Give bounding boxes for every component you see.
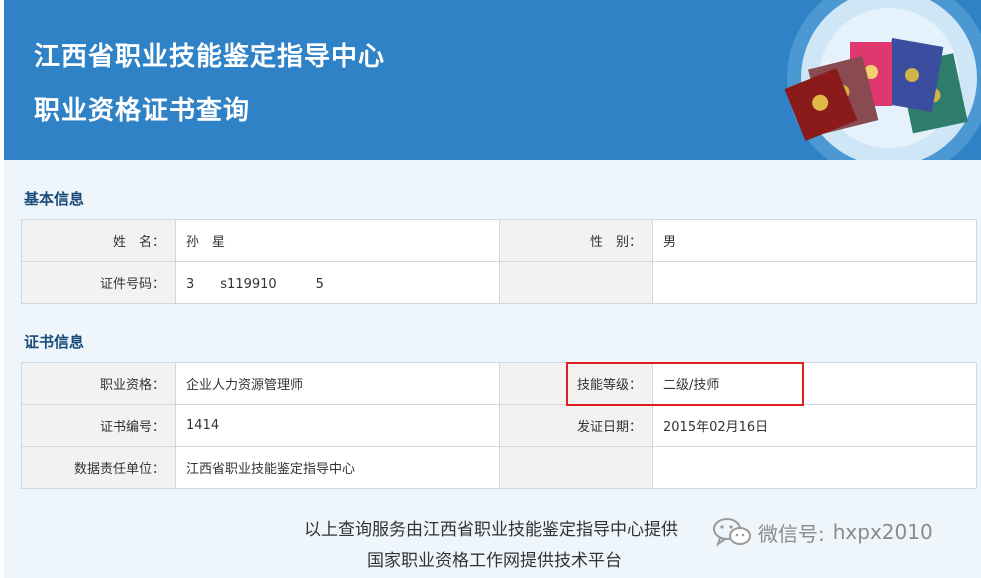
skill-level-label: 技能等级：	[499, 362, 653, 405]
qualification-label: 职业资格：	[21, 362, 176, 405]
cert-number-value: 1414	[175, 404, 500, 447]
table-row: 职业资格： 企业人力资源管理师 技能等级： 二级/技师	[21, 362, 977, 405]
empty-cell	[652, 261, 977, 304]
empty-cell	[499, 446, 653, 489]
gender-value: 男	[652, 219, 977, 262]
empty-cell	[652, 446, 977, 489]
issue-date-label: 发证日期：	[499, 404, 653, 447]
wechat-id: hxpx2010	[832, 520, 933, 544]
cert-number-label: 证书编号：	[21, 404, 176, 447]
basic-info-table: 姓 名： 孙 星 性 别： 男 证件号码： 3 s119910 5	[21, 219, 977, 304]
responsible-unit-label: 数据责任单位：	[21, 446, 176, 489]
certificate-books-illustration	[784, 0, 981, 160]
header-title: 江西省职业技能鉴定指导中心	[34, 42, 386, 72]
table-row: 证件号码： 3 s119910 5	[21, 261, 977, 304]
basic-info-title: 基本信息	[24, 190, 85, 208]
issue-date-value: 2015年02月16日	[652, 404, 977, 447]
id-number-label: 证件号码：	[21, 261, 176, 304]
header-subtitle: 职业资格证书查询	[34, 96, 251, 126]
cert-info-title: 证书信息	[24, 333, 85, 351]
header-banner: 江西省职业技能鉴定指导中心 职业资格证书查询	[4, 0, 981, 160]
cert-info-table: 职业资格： 企业人力资源管理师 技能等级： 二级/技师 证书编号： 1414 发…	[21, 362, 977, 489]
footer-platform-note: 国家职业资格工作网提供技术平台	[367, 551, 622, 571]
name-value: 孙 星	[175, 219, 500, 262]
wechat-icon	[713, 518, 751, 547]
wechat-label: 微信号:	[758, 521, 825, 546]
table-row: 数据责任单位： 江西省职业技能鉴定指导中心	[21, 446, 977, 489]
qualification-value: 企业人力资源管理师	[175, 362, 500, 405]
id-number-value: 3 s119910 5	[175, 261, 500, 304]
footer-service-note: 以上查询服务由江西省职业技能鉴定指导中心提供	[304, 520, 678, 540]
name-label: 姓 名：	[21, 219, 176, 262]
wechat-watermark: 微信号: hxpx2010	[712, 514, 933, 550]
gender-label: 性 别：	[499, 219, 653, 262]
responsible-unit-value: 江西省职业技能鉴定指导中心	[175, 446, 500, 489]
table-row: 证书编号： 1414 发证日期： 2015年02月16日	[21, 404, 977, 447]
table-row: 姓 名： 孙 星 性 别： 男	[21, 219, 977, 262]
skill-level-value: 二级/技师	[652, 362, 977, 405]
empty-cell	[499, 261, 653, 304]
